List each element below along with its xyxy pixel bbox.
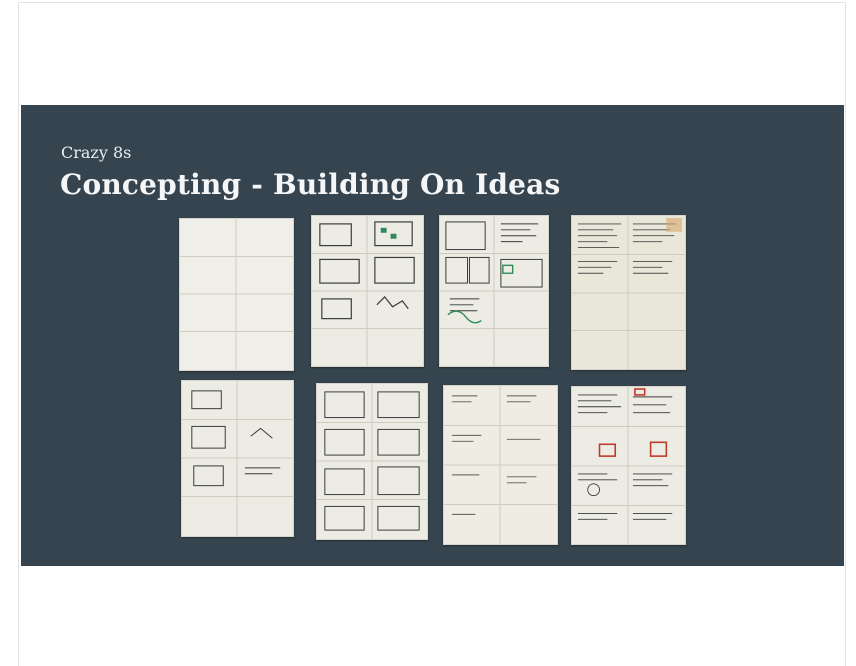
sketch-sheet-1 bbox=[179, 218, 294, 371]
sketch-sheet-6 bbox=[316, 383, 428, 540]
sketch-sheet-3 bbox=[439, 215, 549, 367]
slide-kicker: Crazy 8s bbox=[61, 143, 132, 162]
sketch-sheet-2 bbox=[311, 215, 424, 367]
sketch-sheet-4 bbox=[571, 215, 686, 370]
sketch-sheet-8 bbox=[571, 386, 686, 545]
slide-title: Concepting - Building On Ideas bbox=[60, 168, 561, 201]
sketch-sheet-7 bbox=[443, 385, 558, 545]
slide: Crazy 8s Concepting - Building On Ideas bbox=[21, 105, 844, 566]
sketch-sheet-5 bbox=[181, 380, 294, 537]
